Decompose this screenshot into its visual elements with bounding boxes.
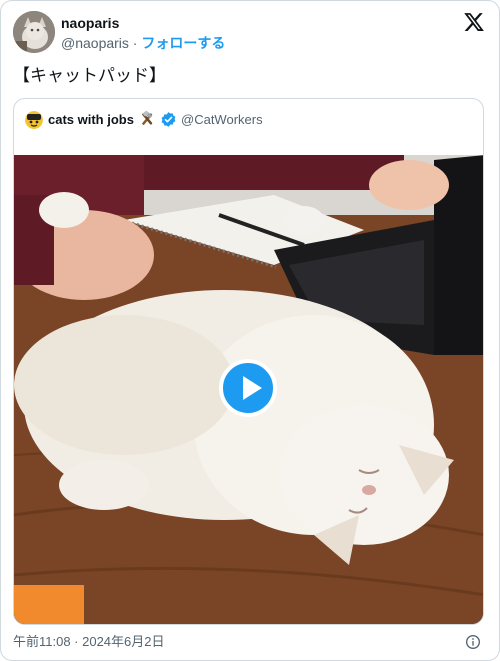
info-icon[interactable]	[465, 634, 481, 650]
author-handle[interactable]: @naoparis	[61, 35, 129, 51]
follow-button[interactable]: フォローする	[141, 35, 225, 51]
quoted-avatar-icon[interactable]	[25, 111, 43, 129]
tweet-timestamp[interactable]: 午前11:08 · 2024年6月2日	[13, 633, 165, 651]
author-avatar[interactable]	[13, 11, 55, 53]
quoted-tweet[interactable]: cats with jobs @CatWorkers	[13, 98, 484, 625]
cat-avatar-icon	[13, 11, 55, 53]
x-logo-icon[interactable]	[463, 11, 485, 33]
quoted-display-name[interactable]: cats with jobs	[48, 111, 134, 129]
author-display-name[interactable]: naoparis	[61, 14, 119, 32]
handle-separator: ·	[128, 35, 142, 51]
verified-badge-icon	[161, 112, 176, 127]
play-button[interactable]	[219, 359, 277, 417]
quoted-handle[interactable]: @CatWorkers	[181, 111, 263, 129]
tweet-text: 【キャットパッド】	[13, 66, 166, 85]
embedded-tweet-card: naoparis @naoparis · フォローする 【キャットパッド】 ca…	[0, 0, 500, 661]
author-handle-row: @naoparis · フォローする	[61, 34, 225, 52]
video-media[interactable]	[14, 155, 483, 624]
tools-emoji-icon	[142, 110, 153, 125]
play-icon	[243, 376, 262, 400]
